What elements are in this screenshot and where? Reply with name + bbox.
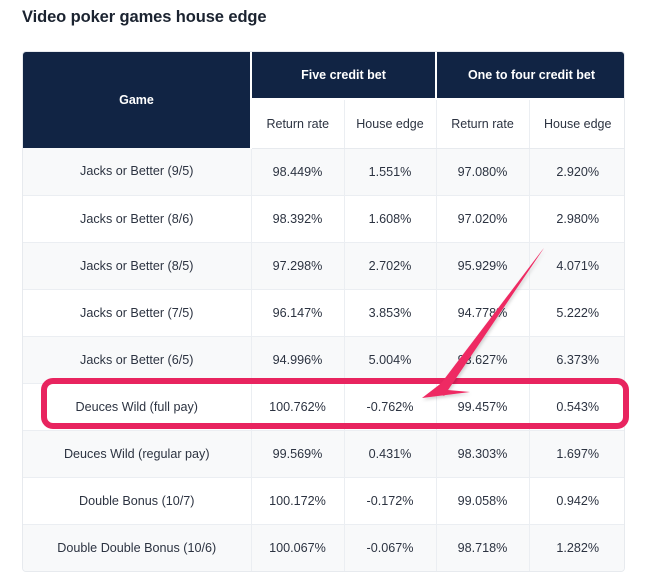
cell-one-four-return-rate: 98.718% (436, 524, 530, 571)
cell-five-house-edge: 1.551% (344, 148, 437, 196)
column-header-one-four-return-rate: Return rate (436, 99, 530, 149)
cell-game: Jacks or Better (8/5) (23, 242, 252, 290)
cell-one-four-house-edge: 6.373% (529, 336, 624, 384)
cell-five-house-edge: -0.172% (344, 477, 437, 525)
table-row: Jacks or Better (8/6) 98.392% 1.608% 97.020… (23, 195, 624, 243)
cell-one-four-return-rate: 97.080% (436, 148, 530, 196)
column-header-five-return-rate: Return rate (251, 99, 345, 149)
table-header: Game Five credit bet One to four credit … (23, 52, 624, 149)
cell-game: Jacks or Better (8/6) (23, 195, 252, 243)
cell-one-four-house-edge: 0.543% (529, 383, 624, 431)
cell-five-house-edge: -0.067% (344, 524, 437, 571)
cell-one-four-house-edge: 2.980% (529, 195, 624, 243)
cell-five-return-rate: 100.067% (251, 524, 345, 571)
column-header-five-house-edge: House edge (344, 99, 437, 149)
cell-five-return-rate: 99.569% (251, 430, 345, 478)
cell-five-return-rate: 100.172% (251, 477, 345, 525)
cell-five-return-rate: 100.762% (251, 383, 345, 431)
cell-one-four-return-rate: 97.020% (436, 195, 530, 243)
cell-game: Jacks or Better (9/5) (23, 148, 252, 196)
page-title: Video poker games house edge (22, 8, 267, 26)
cell-five-return-rate: 97.298% (251, 242, 345, 290)
column-group-header-one-to-four-credit-bet: One to four credit bet (436, 52, 624, 100)
table-body: Jacks or Better (9/5) 98.449% 1.551% 97.080… (23, 148, 624, 571)
cell-five-house-edge: 0.431% (344, 430, 437, 478)
cell-game: Deuces Wild (full pay) (23, 383, 252, 431)
cell-five-house-edge: 2.702% (344, 242, 437, 290)
cell-one-four-house-edge: 1.282% (529, 524, 624, 571)
cell-five-house-edge: 5.004% (344, 336, 437, 384)
cell-five-return-rate: 94.996% (251, 336, 345, 384)
column-group-header-five-credit-bet: Five credit bet (251, 52, 437, 100)
cell-one-four-house-edge: 4.071% (529, 242, 624, 290)
cell-game: Jacks or Better (7/5) (23, 289, 252, 337)
header-group-row: Game Five credit bet One to four credit … (23, 52, 624, 148)
cell-one-four-house-edge: 1.697% (529, 430, 624, 478)
cell-one-four-return-rate: 98.303% (436, 430, 530, 478)
cell-five-house-edge: 3.853% (344, 289, 437, 337)
cell-one-four-house-edge: 0.942% (529, 477, 624, 525)
cell-game: Double Double Bonus (10/6) (23, 524, 252, 571)
column-header-one-four-house-edge: House edge (529, 99, 624, 149)
cell-five-house-edge: 1.608% (344, 195, 437, 243)
column-header-game: Game (23, 52, 252, 148)
cell-game: Deuces Wild (regular pay) (23, 430, 252, 478)
table-row: Deuces Wild (full pay) 100.762% -0.762% 99.… (23, 383, 624, 431)
cell-one-four-return-rate: 99.457% (436, 383, 530, 431)
cell-five-return-rate: 96.147% (251, 289, 345, 337)
cell-one-four-house-edge: 2.920% (529, 148, 624, 196)
cell-game: Jacks or Better (6/5) (23, 336, 252, 384)
cell-one-four-return-rate: 95.929% (436, 242, 530, 290)
table-row: Jacks or Better (8/5) 97.298% 2.702% 95.929… (23, 242, 624, 290)
house-edge-table-container: Game Five credit bet One to four credit … (22, 51, 625, 572)
screenshot-root: Video poker games house edge Game Five c… (0, 0, 647, 584)
cell-one-four-house-edge: 5.222% (529, 289, 624, 337)
cell-five-house-edge: -0.762% (344, 383, 437, 431)
table-row: Deuces Wild (regular pay) 99.569% 0.431% 98… (23, 430, 624, 478)
table-row: Double Bonus (10/7) 100.172% -0.172% 99.058… (23, 477, 624, 525)
cell-five-return-rate: 98.392% (251, 195, 345, 243)
cell-one-four-return-rate: 99.058% (436, 477, 530, 525)
table-row: Jacks or Better (6/5) 94.996% 5.004% 93.627… (23, 336, 624, 384)
cell-five-return-rate: 98.449% (251, 148, 345, 196)
house-edge-table: Game Five credit bet One to four credit … (23, 52, 624, 571)
table-row: Double Double Bonus (10/6) 100.067% -0.067… (23, 524, 624, 571)
cell-game: Double Bonus (10/7) (23, 477, 252, 525)
table-row: Jacks or Better (9/5) 98.449% 1.551% 97.080… (23, 148, 624, 196)
cell-one-four-return-rate: 93.627% (436, 336, 530, 384)
table-row: Jacks or Better (7/5) 96.147% 3.853% 94.778… (23, 289, 624, 337)
cell-one-four-return-rate: 94.778% (436, 289, 530, 337)
